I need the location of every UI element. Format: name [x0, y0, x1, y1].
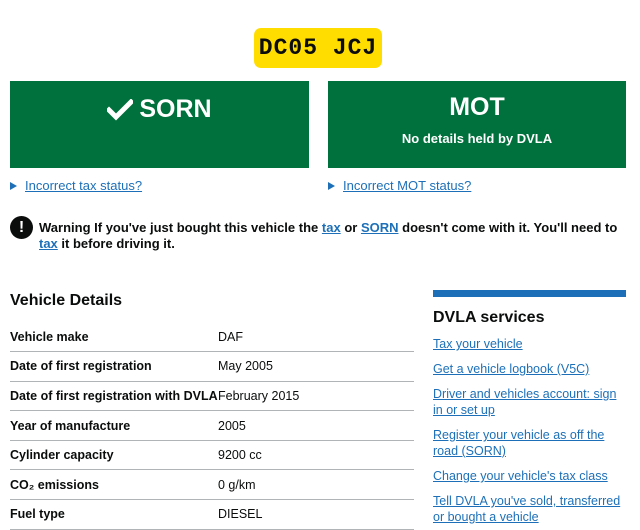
detail-key: CO₂ emissions	[10, 469, 218, 501]
table-row: CO₂ emissions 0 g/km	[10, 469, 414, 501]
detail-key: Vehicle make	[10, 322, 218, 353]
table-row: Date of first registration May 2005	[10, 351, 414, 382]
mot-status-subtitle: No details held by DVLA	[401, 131, 553, 146]
detail-key: Date of first registration with DVLA	[10, 381, 218, 412]
detail-value: February 2015	[218, 381, 414, 412]
tax-status-title-row: SORN	[107, 95, 212, 123]
registration-plate: DC05 JCJ	[254, 28, 382, 68]
warning-callout: ! Warning If you've just bought this veh…	[10, 216, 620, 252]
triangle-right-icon	[10, 181, 17, 190]
list-item: Driver and vehicles account: sign in or …	[433, 386, 626, 418]
detail-key: Date of first registration	[10, 351, 218, 382]
incorrect-tax-status-toggle[interactable]: Incorrect tax status?	[10, 178, 142, 193]
checkmark-icon	[107, 98, 134, 121]
tell-dvla-sold-link[interactable]: Tell DVLA you've sold, transferred or bo…	[433, 494, 620, 524]
tax-vehicle-link[interactable]: tax	[39, 236, 58, 251]
incorrect-tax-status-label: Incorrect tax status?	[25, 178, 143, 193]
table-row: Fuel type DIESEL	[10, 499, 414, 530]
mot-status-panel: MOT No details held by DVLA	[328, 81, 626, 168]
list-item: Tax your vehicle	[433, 336, 626, 352]
tax-status-title: SORN	[139, 95, 212, 123]
detail-value: DAF	[218, 322, 414, 353]
vehicle-details-heading: Vehicle Details	[10, 292, 123, 309]
list-item: Tell DVLA you've sold, transferred or bo…	[433, 493, 626, 525]
dvla-services-heading: DVLA services	[433, 309, 545, 326]
triangle-right-icon	[328, 181, 335, 190]
detail-key: Fuel type	[10, 499, 218, 530]
table-row: Year of manufacture 2005	[10, 410, 414, 441]
detail-value: 0 g/km	[218, 469, 414, 501]
warning-text: Warning If you've just bought this vehic…	[39, 216, 620, 252]
vehicle-logbook-link[interactable]: Get a vehicle logbook (V5C)	[433, 362, 589, 376]
vehicle-details-table: Vehicle make DAF Date of first registrat…	[10, 322, 414, 530]
detail-value: 9200 cc	[218, 440, 414, 471]
warning-label: Warning	[39, 220, 91, 235]
list-item: Get a vehicle logbook (V5C)	[433, 361, 626, 377]
detail-value: DIESEL	[218, 499, 414, 530]
sorn-link[interactable]: SORN	[361, 220, 399, 235]
register-sorn-link[interactable]: Register your vehicle as off the road (S…	[433, 428, 604, 458]
tax-your-vehicle-link[interactable]: Tax your vehicle	[433, 337, 523, 351]
incorrect-mot-status-toggle[interactable]: Incorrect MOT status?	[328, 178, 471, 193]
warning-text-part: If you've just bought this vehicle the	[94, 220, 319, 235]
list-item: Change your vehicle's tax class	[433, 468, 626, 484]
exclamation-icon: !	[10, 216, 33, 239]
warning-text-part: or	[344, 220, 358, 235]
detail-value: 2005	[218, 410, 414, 441]
detail-key: Year of manufacture	[10, 410, 218, 441]
incorrect-mot-status-label: Incorrect MOT status?	[343, 178, 472, 193]
change-tax-class-link[interactable]: Change your vehicle's tax class	[433, 469, 608, 483]
table-row: Date of first registration with DVLA Feb…	[10, 381, 414, 412]
table-row: Cylinder capacity 9200 cc	[10, 440, 414, 471]
tax-link[interactable]: tax	[322, 220, 341, 235]
driver-account-link[interactable]: Driver and vehicles account: sign in or …	[433, 387, 616, 417]
warning-text-part: it before driving it.	[61, 236, 175, 251]
warning-text-part: doesn't come with it. You'll need to	[402, 220, 618, 235]
table-row: Vehicle make DAF	[10, 322, 414, 353]
mot-status-title: MOT	[449, 93, 505, 121]
dvla-services-list: Tax your vehicle Get a vehicle logbook (…	[433, 336, 626, 525]
tax-status-panel: SORN	[10, 81, 309, 168]
detail-value: May 2005	[218, 351, 414, 382]
detail-key: Cylinder capacity	[10, 440, 218, 471]
list-item: Register your vehicle as off the road (S…	[433, 427, 626, 459]
dvla-services-sidebar: DVLA services Tax your vehicle Get a veh…	[433, 290, 626, 530]
